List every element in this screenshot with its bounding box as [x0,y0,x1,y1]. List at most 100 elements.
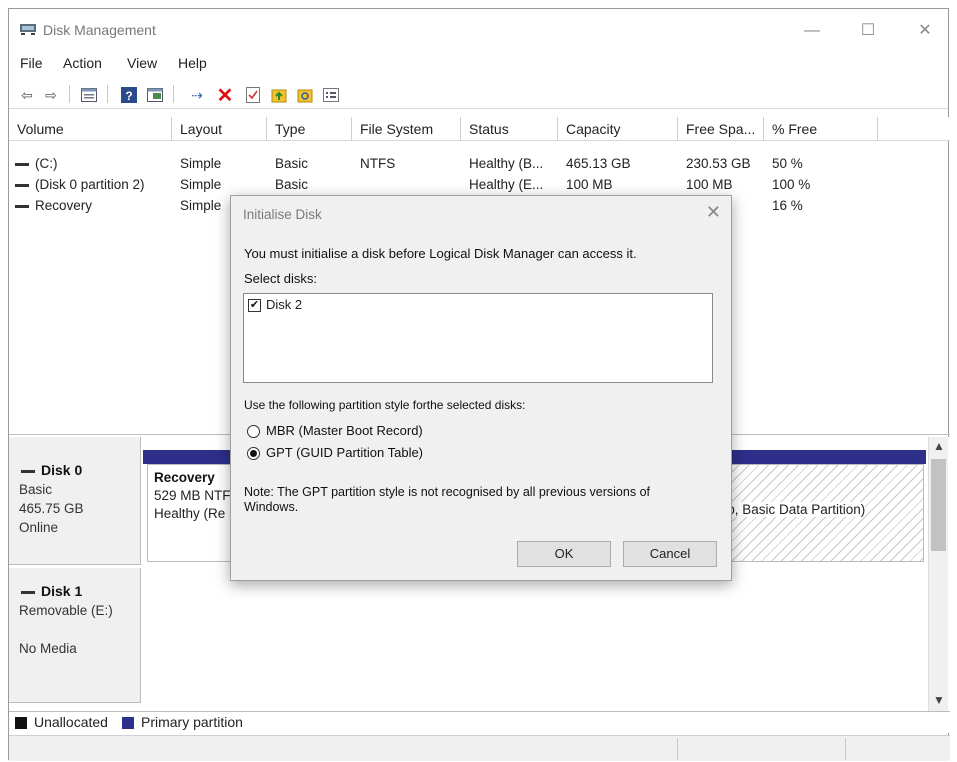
volume-name: (C:) [35,156,58,171]
layout-cell: Simple [180,156,222,171]
legend-bar: Unallocated Primary partition [9,711,950,733]
disk-type: Basic [19,482,53,497]
disk-2-checkbox[interactable]: ✔ [248,299,261,312]
status-divider [845,738,846,760]
partition-size: 529 MB NTF [154,488,231,503]
volume-name: Recovery [35,198,93,213]
table-row[interactable]: (C:) Simple Basic NTFS Healthy (B... 465… [9,153,950,174]
scroll-down-icon[interactable]: ▼ [933,693,945,707]
free-cell: 230.53 GB [686,156,751,171]
partition-name: Recovery [154,470,215,485]
dialog-message: You must initialise a disk before Logica… [244,246,637,261]
column-free-space[interactable]: Free Spa... [678,117,764,141]
gpt-radio[interactable] [247,447,260,460]
disk-0-label[interactable]: Disk 0 Basic 465.75 GB Online [9,437,141,565]
column-header: Volume Layout Type File System Status Ca… [9,117,950,141]
free-cell: 100 MB [686,177,733,192]
mbr-radio[interactable] [247,425,260,438]
capacity-cell: 465.13 GB [566,156,631,171]
dialog-close-icon[interactable]: ✕ [706,202,721,223]
search-folder-icon[interactable] [295,85,315,105]
vertical-scrollbar[interactable]: ▲ ▼ [928,437,948,711]
back-arrow-icon[interactable]: ⇦ [17,85,37,105]
disk-item-label: Disk 2 [266,297,303,312]
disk-management-icon [20,24,36,35]
select-disks-label: Select disks: [244,271,317,286]
folder-up-icon[interactable] [269,85,289,105]
console-icon[interactable] [145,85,165,105]
toolbar-separator [173,85,174,103]
legend-unallocated: Unallocated [34,714,108,730]
toolbar-separator [107,85,108,103]
svg-text:?: ? [125,89,132,103]
type-cell: Basic [275,156,309,171]
fs-cell: NTFS [360,156,396,171]
status-cell: Healthy (E... [469,177,544,192]
disk-size: 465.75 GB [19,501,84,516]
minimize-button[interactable]: — [792,17,832,45]
help-icon[interactable]: ? [119,85,139,105]
delete-icon[interactable]: ✕ [215,85,235,107]
gpt-label: GPT (GUID Partition Table) [266,445,424,460]
unallocated-swatch [15,717,27,729]
checklist-icon[interactable] [243,85,263,105]
status-cell: Healthy (B... [469,156,544,171]
window-title: Disk Management [43,22,156,38]
column-percent-free[interactable]: % Free [764,117,878,141]
cancel-button[interactable]: Cancel [623,541,717,567]
disk-spacer [19,620,130,639]
disk-icon [21,469,35,473]
data-partition[interactable]: mp, Basic Data Partition) [709,464,924,562]
partition-status: Healthy (Re [154,506,226,521]
column-status[interactable]: Status [461,117,558,141]
toolbar-separator [69,85,70,103]
list-view-icon[interactable] [321,85,341,105]
pct-cell: 100 % [772,177,811,192]
menu-file[interactable]: File [20,55,43,71]
column-file-system[interactable]: File System [352,117,461,141]
column-layout[interactable]: Layout [172,117,267,141]
disk-status: Online [19,520,59,535]
menu-bar: File Action View Help [9,53,948,75]
close-button[interactable]: ✕ [905,17,945,45]
menu-view[interactable]: View [127,55,157,71]
volume-icon [15,204,29,208]
primary-swatch [122,717,134,729]
disk-name: Disk 0 [41,462,83,478]
mbr-label: MBR (Master Boot Record) [266,423,423,438]
pct-cell: 50 % [772,156,803,171]
column-capacity[interactable]: Capacity [558,117,678,141]
properties-icon[interactable] [79,85,99,105]
pct-cell: 16 % [772,198,803,213]
type-cell: Basic [275,177,309,192]
disk-status: No Media [19,641,77,656]
status-bar [9,735,950,761]
maximize-button[interactable]: ☐ [848,17,888,45]
recovery-partition[interactable]: Recovery 529 MB NTF Healthy (Re [147,464,242,562]
scroll-thumb[interactable] [931,459,946,551]
disk-1-label[interactable]: Disk 1 Removable (E:) No Media [9,568,141,703]
layout-cell: Simple [180,198,222,213]
menu-action[interactable]: Action [63,55,102,71]
disk-name: Disk 1 [41,583,83,599]
column-type[interactable]: Type [267,117,352,141]
disk-type: Removable (E:) [19,603,113,618]
connect-icon[interactable]: ⇢ [187,85,207,105]
layout-cell: Simple [180,177,222,192]
note-line-2: Windows. [244,500,299,514]
title-bar: Disk Management — ☐ ✕ [9,9,948,49]
dialog-title: Initialise Disk [243,207,322,222]
table-row[interactable]: (Disk 0 partition 2) Simple Basic Health… [9,174,950,195]
volume-icon [15,183,29,187]
forward-arrow-icon[interactable]: ⇨ [41,85,61,105]
column-volume[interactable]: Volume [9,117,172,141]
disk-listbox[interactable]: ✔ Disk 2 [243,293,713,383]
partition-label: mp, Basic Data Partition) [716,502,866,517]
ok-button[interactable]: OK [517,541,611,567]
menu-help[interactable]: Help [178,55,207,71]
volume-name: (Disk 0 partition 2) [35,177,145,192]
note-line-1: Note: The GPT partition style is not rec… [244,485,650,499]
capacity-cell: 100 MB [566,177,613,192]
scroll-up-icon[interactable]: ▲ [933,439,945,453]
volume-icon [15,162,29,166]
